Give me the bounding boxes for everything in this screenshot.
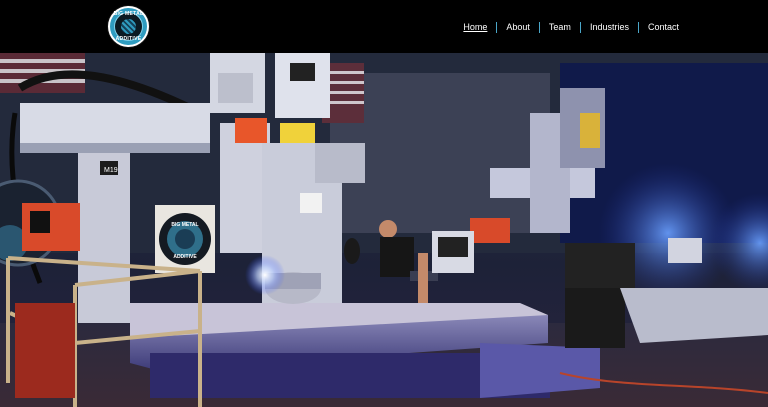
main-nav: Home About Team Industries Contact — [454, 19, 688, 35]
logo-text-bottom: ADDITIVE — [115, 36, 142, 42]
site-header: BIG METAL ADDITIVE Home About Team Indus… — [0, 0, 768, 53]
nav-industries[interactable]: Industries — [581, 21, 638, 33]
company-wall-sign — [155, 205, 215, 273]
logo-emblem-icon — [121, 19, 136, 34]
sign-text-bottom: ADDITIVE — [173, 254, 197, 260]
nav-home[interactable]: Home — [454, 21, 496, 33]
company-logo[interactable]: BIG METAL ADDITIVE — [108, 6, 149, 47]
right-monitor — [668, 238, 702, 263]
nav-contact[interactable]: Contact — [639, 21, 688, 33]
nav-about[interactable]: About — [497, 21, 539, 33]
hero-image: M19 BIG METAL ADDITIVE — [0, 53, 768, 407]
sign-text-top: BIG METAL — [171, 222, 198, 228]
logo-text-top: BIG METAL — [113, 11, 144, 17]
red-cabinet — [15, 303, 75, 398]
welding-spark — [245, 255, 285, 295]
machine-tag-text: M19 — [104, 167, 118, 174]
factory-scene: M19 BIG METAL ADDITIVE — [0, 53, 768, 407]
right-platform — [620, 288, 768, 343]
nav-team[interactable]: Team — [540, 21, 580, 33]
